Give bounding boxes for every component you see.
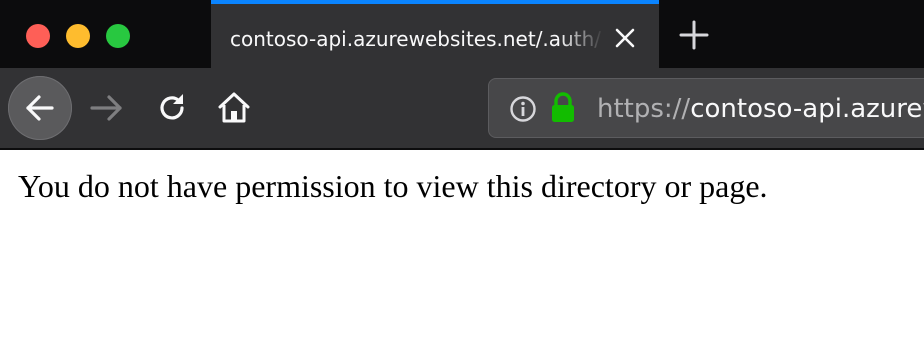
page-content: You do not have permission to view this … — [0, 150, 924, 356]
window-maximize-button[interactable] — [106, 24, 130, 48]
arrow-right-icon[interactable] — [88, 92, 124, 124]
back-button[interactable] — [8, 76, 72, 140]
navigation-toolbar: https://contoso-api.azurew — [0, 68, 924, 148]
info-icon[interactable] — [509, 95, 537, 123]
home-icon[interactable] — [216, 90, 252, 126]
window-minimize-button[interactable] — [66, 24, 90, 48]
lock-icon[interactable] — [549, 92, 577, 124]
tab-strip: contoso-api.azurewebsites.net/.auth/ — [0, 0, 924, 68]
browser-window: contoso-api.azurewebsites.net/.auth/ htt… — [0, 0, 924, 356]
arrow-left-icon — [26, 95, 54, 121]
plus-icon[interactable] — [678, 19, 710, 51]
tab-title: contoso-api.azurewebsites.net/.auth/ — [230, 27, 601, 51]
window-close-button[interactable] — [26, 24, 50, 48]
reload-icon[interactable] — [154, 90, 190, 126]
active-tab[interactable]: contoso-api.azurewebsites.net/.auth/ — [211, 0, 659, 68]
url-scheme: https:// — [597, 94, 691, 124]
url-host: contoso-api.azurew — [690, 94, 924, 124]
url-bar[interactable]: https://contoso-api.azurew — [488, 78, 924, 138]
url-text[interactable]: https://contoso-api.azurew — [597, 91, 924, 127]
permission-denied-message: You do not have permission to view this … — [18, 168, 768, 204]
close-icon[interactable] — [611, 24, 639, 52]
